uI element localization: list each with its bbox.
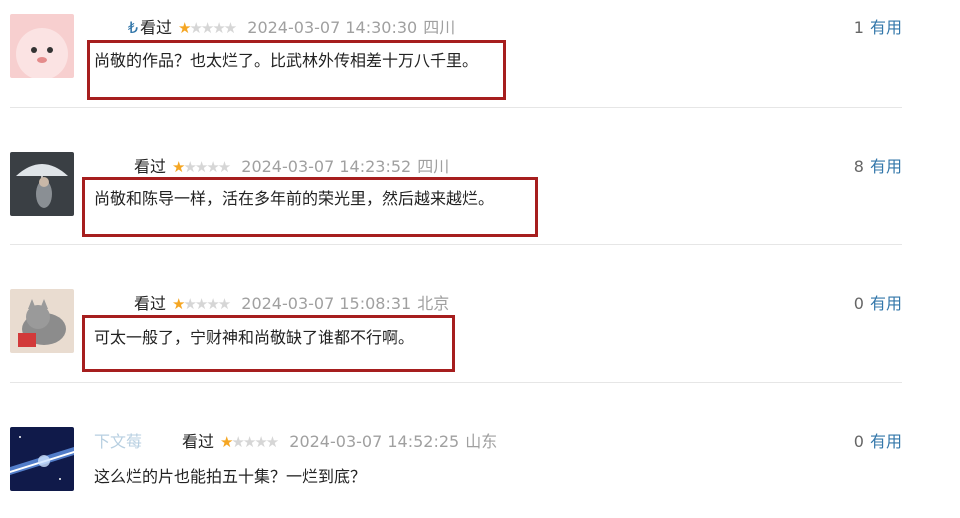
review-meta: ₺ 看过 ★★★★★ 2024-03-07 14:30:30 四川 — [94, 18, 455, 38]
review-location: 北京 — [417, 294, 450, 313]
highlight-box — [82, 315, 455, 372]
username-link[interactable]: ₺ — [94, 18, 138, 38]
highlight-box — [82, 177, 538, 237]
useful-button[interactable]: 有用 — [870, 432, 902, 451]
vote-area: 0 有用 — [854, 432, 902, 452]
useful-button[interactable]: 有用 — [870, 294, 902, 313]
review-location: 四川 — [417, 157, 450, 176]
review-content: 这么烂的片也能拍五十集？一烂到底？ — [94, 467, 367, 486]
vote-area: 1 有用 — [854, 18, 902, 38]
vote-count: 0 — [853, 294, 864, 313]
review-time: 2024-03-07 14:30:30 — [247, 18, 418, 37]
useful-button[interactable]: 有用 — [870, 157, 902, 176]
rating-stars-icon: ★★★★★ — [172, 158, 231, 176]
vote-count: 1 — [853, 18, 864, 37]
divider — [10, 244, 902, 245]
cat-photo-avatar-icon — [10, 289, 74, 353]
highlight-box — [87, 40, 506, 100]
username-link[interactable]: 下文莓 — [94, 432, 180, 452]
review-meta: 看过 ★★★★★ 2024-03-07 14:23:52 四川 — [94, 157, 449, 177]
avatar[interactable] — [10, 289, 74, 353]
watch-status: 看过 — [134, 157, 167, 176]
useful-button[interactable]: 有用 — [870, 18, 902, 37]
watch-status: 看过 — [140, 18, 173, 37]
rating-stars-icon: ★★★★★ — [220, 433, 279, 451]
watch-status: 看过 — [134, 294, 167, 313]
avatar[interactable] — [10, 152, 74, 216]
vote-area: 0 有用 — [854, 294, 902, 314]
review-time: 2024-03-07 14:52:25 — [289, 432, 460, 451]
review-meta: 下文莓 看过 ★★★★★ 2024-03-07 14:52:25 山东 — [94, 432, 497, 452]
space-light-avatar-icon — [10, 427, 74, 491]
rating-stars-icon: ★★★★★ — [172, 295, 231, 313]
review-time: 2024-03-07 15:08:31 — [241, 294, 412, 313]
avatar[interactable] — [10, 14, 74, 78]
vote-area: 8 有用 — [854, 157, 902, 177]
pink-cartoon-avatar-icon — [10, 14, 74, 78]
review-meta: 看过 ★★★★★ 2024-03-07 15:08:31 北京 — [94, 294, 449, 314]
avatar[interactable] — [10, 427, 74, 491]
vote-count: 8 — [853, 157, 864, 176]
vote-count: 0 — [853, 432, 864, 451]
divider — [10, 107, 902, 108]
review-time: 2024-03-07 14:23:52 — [241, 157, 412, 176]
divider — [10, 382, 902, 383]
review-location: 四川 — [423, 18, 456, 37]
umbrella-photo-avatar-icon — [10, 152, 74, 216]
review-location: 山东 — [465, 432, 498, 451]
watch-status: 看过 — [182, 432, 215, 451]
rating-stars-icon: ★★★★★ — [178, 19, 237, 37]
